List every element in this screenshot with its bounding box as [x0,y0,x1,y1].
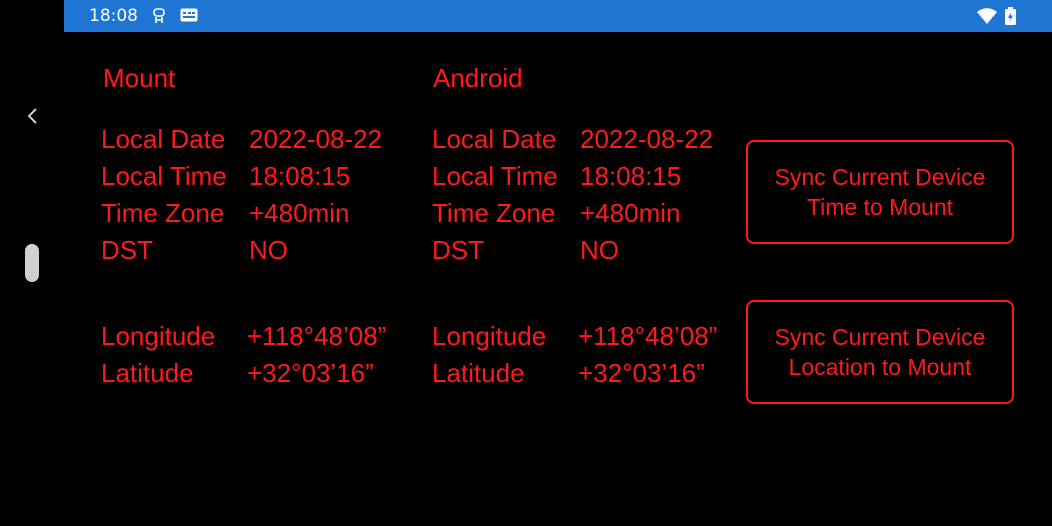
mount-dst-value: NO [249,235,288,265]
android-dst-value: NO [580,235,619,265]
mount-time-zone-label: Time Zone [101,198,225,228]
keyboard-icon [180,8,198,22]
android-latitude-label: Latitude [432,358,525,388]
sync-location-button[interactable]: Sync Current Device Location to Mount [746,300,1014,404]
mount-local-date-value: 2022-08-22 [249,124,382,154]
sync-time-button-line1: Sync Current Device [774,164,986,190]
status-time: 18:08 [89,6,138,26]
mount-local-time-label: Local Time [101,161,227,191]
android-longitude-value: +118°48’08” [578,321,718,351]
status-right-icons [977,7,1016,30]
mount-dst-label: DST [101,235,153,265]
mount-local-time-value: 18:08:15 [249,161,351,191]
sync-location-button-line2: Location to Mount [788,354,972,380]
mount-local-date-label: Local Date [101,124,226,154]
android-time-zone-label: Time Zone [432,198,556,228]
android-local-date-value: 2022-08-22 [580,124,713,154]
mount-header: Mount [103,63,176,93]
android-latitude-value: +32°03’16” [578,358,705,388]
battery-icon [1005,7,1016,30]
mount-time-zone-value: +480min [249,198,350,228]
android-header: Android [433,63,523,93]
sync-time-button-line2: Time to Mount [806,194,954,220]
wifi-icon [977,7,997,30]
mount-longitude-value: +118°48’08” [247,321,387,351]
android-dst-label: DST [432,235,484,265]
scroll-handle[interactable] [25,244,39,282]
status-bar: 18:08 [64,0,1052,32]
android-time-zone-value: +480min [580,198,681,228]
sync-location-button-line1: Sync Current Device [774,324,986,350]
mount-longitude-label: Longitude [101,321,216,351]
android-local-time-label: Local Time [432,161,558,191]
sync-time-button[interactable]: Sync Current Device Time to Mount [746,140,1014,244]
mount-latitude-label: Latitude [101,358,194,388]
android-local-time-value: 18:08:15 [580,161,682,191]
android-debug-icon [152,8,166,24]
android-local-date-label: Local Date [432,124,557,154]
mount-latitude-value: +32°03’16” [247,358,374,388]
android-longitude-label: Longitude [432,321,547,351]
chevron-left-icon[interactable] [24,106,42,126]
